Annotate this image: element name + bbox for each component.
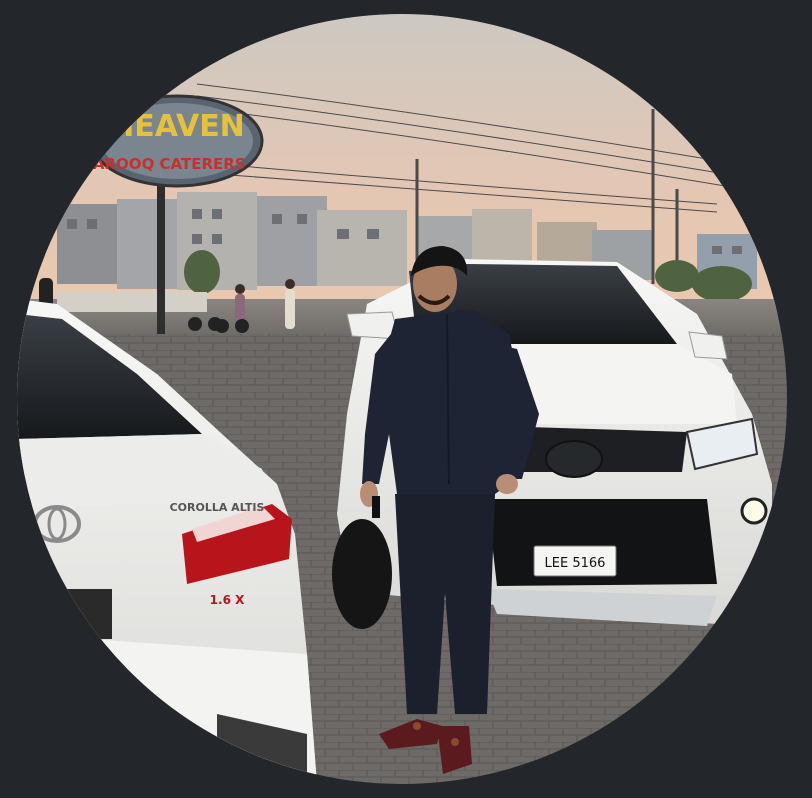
motorbikes (188, 317, 249, 333)
car-left-model-badge: COROLLA ALTIS (170, 501, 265, 514)
car-right-plate-text: LEE 5166 (545, 556, 606, 571)
sign-bottom-line: FAROOQ CATERERS (84, 155, 245, 173)
profile-photo-circle[interactable]: HEAVEN FAROOQ CATERERS COROLLA ALTIS 1.6… (17, 14, 787, 784)
page-background: HEAVEN FAROOQ CATERERS COROLLA ALTIS 1.6… (0, 0, 812, 798)
car-left-trim-badge: 1.6 X (210, 593, 245, 607)
fence (57, 292, 207, 312)
photo-scene: HEAVEN FAROOQ CATERERS COROLLA ALTIS 1.6… (17, 14, 787, 784)
sign-top-line: HEAVEN (109, 109, 245, 144)
